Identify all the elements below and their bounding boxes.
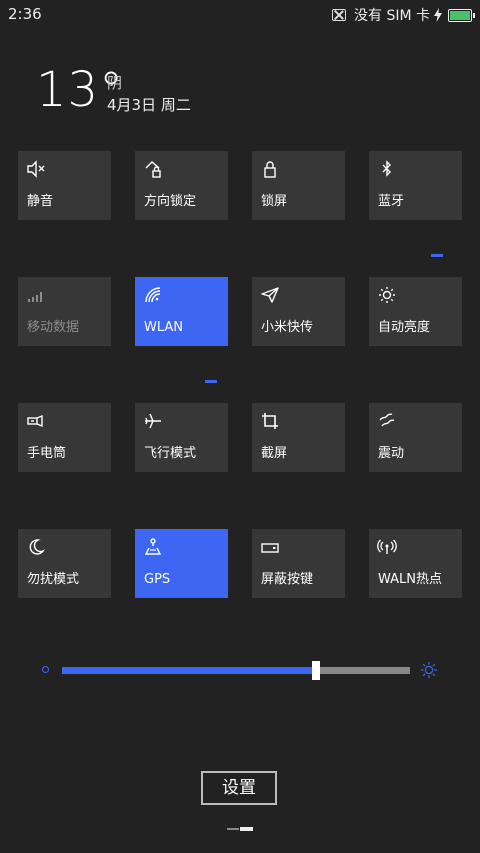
- battery-icon: [448, 8, 475, 22]
- brightness-high-icon: [420, 661, 438, 679]
- brightness-low-icon: [42, 666, 49, 673]
- crop-icon: [262, 413, 278, 429]
- status-time: 2:36: [8, 5, 42, 23]
- tile-label: 锁屏: [261, 194, 288, 209]
- drag-handle-left: [227, 828, 239, 830]
- status-right: 没有 SIM 卡: [332, 5, 475, 25]
- brightness-fill: [62, 667, 316, 674]
- tile-vibrate[interactable]: 震动: [369, 403, 462, 472]
- tile-label: WALN热点: [378, 572, 443, 587]
- tile-mi-transfer[interactable]: 小米快传: [252, 277, 345, 346]
- tile-airplane-mode[interactable]: 飞行模式: [135, 403, 228, 472]
- tile-label: 移动数据: [27, 320, 80, 335]
- page-indicator-dash: [431, 254, 443, 257]
- mobile-data-icon: [28, 292, 42, 302]
- airplane-icon: [145, 413, 161, 429]
- settings-button[interactable]: 设置: [201, 771, 277, 805]
- tile-label: 手电筒: [27, 446, 67, 461]
- paper-plane-icon: [261, 287, 279, 303]
- drag-handle[interactable]: [240, 827, 253, 831]
- rotation-lock-icon: [145, 161, 161, 178]
- tile-label: 屏蔽按键: [261, 572, 314, 587]
- page-indicator-dash: [205, 380, 217, 383]
- wifi-icon: [145, 287, 161, 303]
- tile-hotspot[interactable]: WALN热点: [369, 529, 462, 598]
- vibrate-icon: [379, 413, 395, 427]
- tile-label: GPS: [144, 572, 171, 587]
- tile-label: 蓝牙: [378, 194, 405, 209]
- hotspot-icon: [377, 539, 397, 554]
- moon-icon: [29, 539, 46, 555]
- tile-flashlight[interactable]: 手电筒: [18, 403, 111, 472]
- brightness-slider[interactable]: [62, 661, 410, 680]
- block-keys-icon: [261, 543, 279, 553]
- auto-brightness-icon: [379, 287, 395, 303]
- charging-icon: [434, 8, 442, 22]
- tile-label: 自动亮度: [378, 320, 431, 335]
- lock-icon: [264, 161, 276, 178]
- no-sim-icon: [332, 9, 346, 21]
- brightness-thumb[interactable]: [312, 661, 320, 680]
- tile-label: 震动: [378, 446, 405, 461]
- tile-screenshot[interactable]: 截屏: [252, 403, 345, 472]
- status-bar: 2:36 没有 SIM 卡: [0, 0, 480, 28]
- tile-do-not-disturb[interactable]: 勿扰模式: [18, 529, 111, 598]
- tile-bluetooth[interactable]: 蓝牙: [369, 151, 462, 220]
- weather-date: 4月3日 周二: [107, 96, 191, 114]
- tile-auto-brightness[interactable]: 自动亮度: [369, 277, 462, 346]
- tile-label: 勿扰模式: [27, 572, 80, 587]
- tile-lock-screen[interactable]: 锁屏: [252, 151, 345, 220]
- tile-gps[interactable]: GPS: [135, 529, 228, 598]
- tile-label: 飞行模式: [144, 446, 197, 461]
- tile-label: 小米快传: [261, 320, 314, 335]
- tile-label: 截屏: [261, 446, 288, 461]
- tile-label: WLAN: [144, 320, 184, 335]
- weather-condition: 阴: [107, 74, 123, 92]
- tile-label: 方向锁定: [144, 194, 197, 209]
- tile-wlan[interactable]: WLAN: [135, 277, 228, 346]
- gps-icon: [144, 538, 162, 555]
- tile-block-keys[interactable]: 屏蔽按键: [252, 529, 345, 598]
- flashlight-icon: [27, 414, 43, 428]
- tile-mobile-data[interactable]: 移动数据: [18, 277, 111, 346]
- tile-mute[interactable]: 静音: [18, 151, 111, 220]
- tile-label: 静音: [27, 194, 54, 209]
- sim-status-text: 没有 SIM 卡: [354, 8, 430, 24]
- bluetooth-icon: [382, 160, 391, 177]
- mute-icon: [27, 160, 45, 178]
- tile-rotation-lock[interactable]: 方向锁定: [135, 151, 228, 220]
